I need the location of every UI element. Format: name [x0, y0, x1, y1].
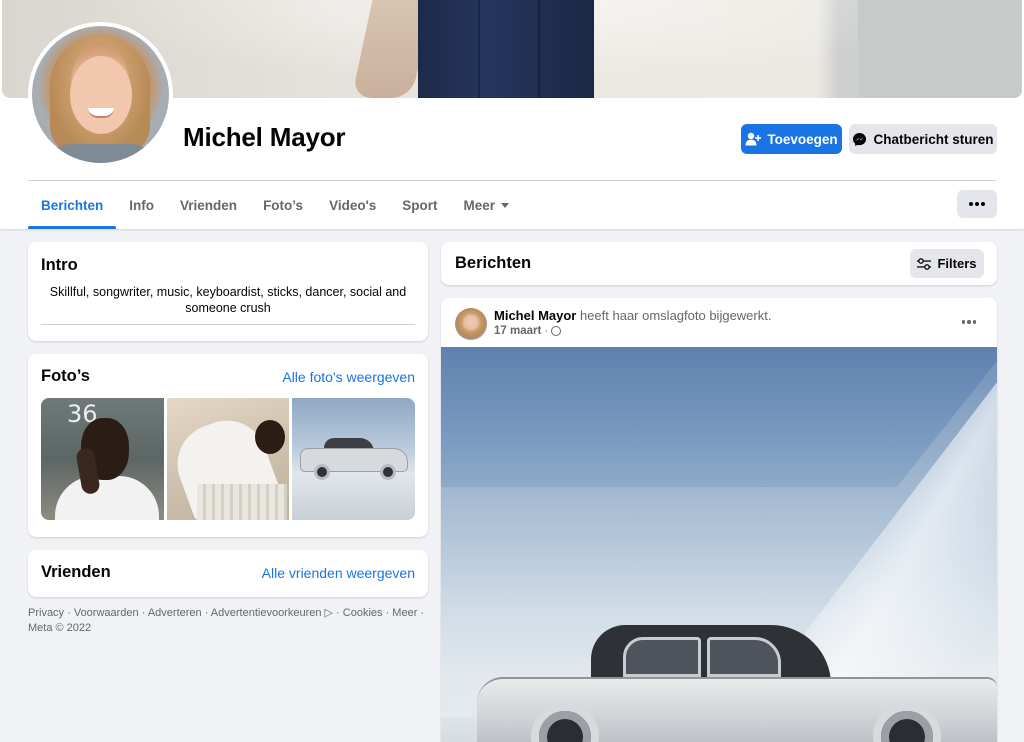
footer-links[interactable]: Privacy · Voorwaarden · Adverteren · Adv… — [28, 606, 428, 621]
profile-more-button[interactable] — [957, 190, 997, 218]
intro-divider — [41, 324, 415, 325]
photo-fabric — [196, 484, 287, 520]
tab-label: Meer — [463, 197, 496, 213]
tab-berichten[interactable]: Berichten — [28, 181, 117, 229]
messenger-icon — [853, 132, 867, 146]
filters-button[interactable]: Filters — [910, 249, 984, 278]
globe-icon — [551, 326, 562, 336]
tab-label: Vrienden — [180, 197, 238, 213]
intro-card: Intro Skillful, songwriter, music, keybo… — [28, 242, 428, 341]
add-friend-icon — [745, 132, 762, 146]
tab-label: Info — [129, 197, 155, 213]
tab-meer[interactable]: Meer — [451, 181, 523, 229]
footer-copyright: Meta © 2022 — [28, 621, 92, 634]
tab-vrienden[interactable]: Vrienden — [167, 181, 250, 229]
cover-wall-panel — [858, 0, 1022, 98]
more-dots-icon — [969, 202, 985, 206]
more-dots-icon — [961, 320, 977, 324]
post-meta-separator: · — [544, 325, 549, 337]
photo-grid: 36 — [41, 398, 415, 520]
add-friend-button[interactable]: Toevoegen — [741, 124, 842, 154]
add-friend-label: Toevoegen — [767, 131, 838, 147]
cover-skirt — [418, 0, 594, 98]
tab-label: Foto’s — [263, 197, 304, 213]
send-message-button[interactable]: Chatbericht sturen — [849, 124, 997, 154]
page-footer: Privacy · Voorwaarden · Adverteren · Adv… — [28, 606, 428, 635]
profile-name: Michel Mayor — [183, 122, 346, 152]
tab-label: Video's — [329, 197, 377, 213]
all-friends-link[interactable]: Alle vrienden weergeven — [262, 565, 415, 581]
send-message-label: Chatbericht sturen — [873, 131, 994, 147]
intro-bio: Skillful, songwriter, music, keyboardist… — [49, 285, 407, 315]
photo-shirt — [55, 476, 159, 520]
post-card: Michel Mayor heeft haar omslagfoto bijge… — [441, 298, 997, 742]
tab-sport[interactable]: Sport — [389, 181, 450, 229]
post-action-text: heeft haar omslagfoto bijgewerkt. — [576, 308, 772, 323]
friends-card: Vrienden Alle vrienden weergeven — [28, 550, 428, 597]
post-options-button[interactable] — [954, 310, 984, 334]
tab-label: Berichten — [41, 197, 104, 213]
profile-picture[interactable] — [28, 22, 173, 167]
avatar-shirt — [42, 144, 160, 163]
photo-head — [254, 420, 285, 454]
photo-car-wheel — [380, 464, 397, 480]
profile-tabs: Berichten Info Vrienden Foto’s Video's S… — [28, 181, 522, 229]
tab-fotos[interactable]: Foto’s — [250, 181, 316, 229]
photo-thumbnail[interactable] — [292, 398, 415, 520]
photo-thumbnail[interactable]: 36 — [41, 398, 164, 520]
photos-title: Foto’s — [41, 367, 90, 385]
photos-card: Foto’s Alle foto's weergeven 36 — [28, 354, 428, 537]
all-photos-link[interactable]: Alle foto's weergeven — [282, 369, 415, 385]
caret-down-icon — [501, 202, 510, 208]
sliders-icon — [917, 257, 932, 270]
image-ceiling — [441, 347, 997, 487]
post-headline: Michel Mayor heeft haar omslagfoto bijge… — [494, 308, 771, 323]
post-author-name[interactable]: Michel Mayor — [494, 308, 576, 323]
tab-videos[interactable]: Video's — [316, 181, 389, 229]
post-image[interactable] — [441, 347, 997, 742]
profile-header: Michel Mayor Toevoegen Chatbericht sture… — [0, 0, 1024, 229]
post-meta: 17 maart · — [494, 325, 562, 337]
image-car-window — [707, 637, 781, 677]
photo-car-wheel — [314, 464, 331, 480]
tab-info[interactable]: Info — [116, 181, 167, 229]
post-author-avatar[interactable] — [455, 308, 487, 340]
intro-title: Intro — [41, 256, 78, 274]
tab-label: Sport — [402, 197, 438, 213]
avatar — [32, 26, 169, 163]
filters-label: Filters — [937, 256, 977, 271]
avatar-face — [70, 56, 132, 134]
post-date[interactable]: 17 maart — [494, 325, 541, 337]
image-car-window — [623, 637, 701, 677]
photo-thumbnail[interactable] — [166, 398, 290, 520]
posts-title: Berichten — [455, 254, 532, 272]
posts-header-card: Berichten Filters — [441, 242, 997, 285]
friends-title: Vrienden — [41, 563, 111, 581]
